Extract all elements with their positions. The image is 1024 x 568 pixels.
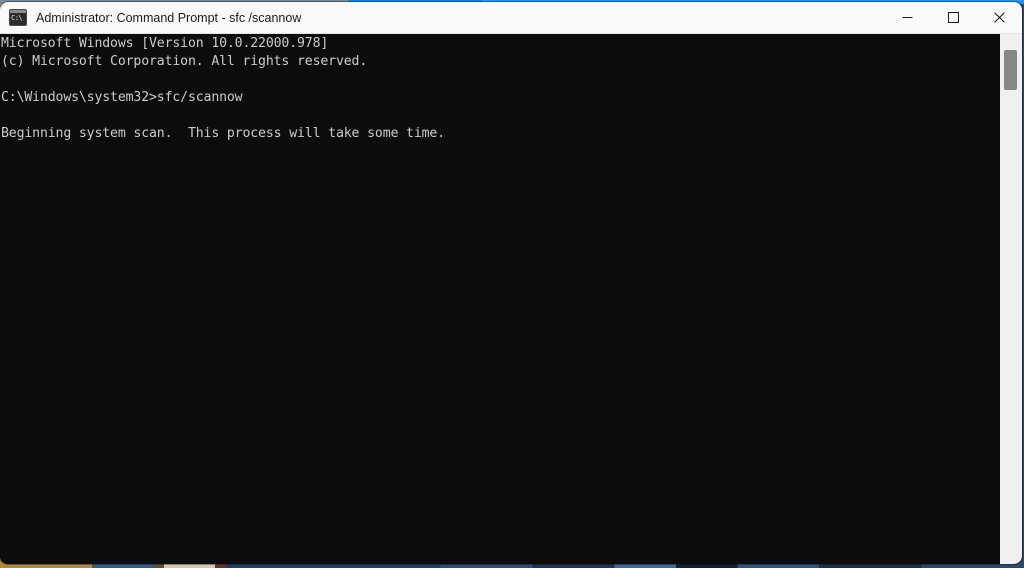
titlebar-left-group: C:\ Administrator: Command Prompt - sfc … bbox=[0, 2, 884, 33]
console-area: Microsoft Windows [Version 10.0.22000.97… bbox=[0, 34, 1022, 564]
console-output[interactable]: Microsoft Windows [Version 10.0.22000.97… bbox=[0, 34, 1000, 564]
maximize-button[interactable] bbox=[930, 2, 976, 33]
scrollbar-thumb[interactable] bbox=[1004, 50, 1017, 90]
command-prompt-icon: C:\ bbox=[9, 9, 27, 26]
command-prompt-window: C:\ Administrator: Command Prompt - sfc … bbox=[0, 2, 1022, 564]
close-icon bbox=[993, 12, 1005, 23]
minimize-button[interactable] bbox=[884, 2, 930, 33]
window-title: Administrator: Command Prompt - sfc /sca… bbox=[36, 10, 302, 25]
minimize-icon bbox=[902, 17, 912, 18]
maximize-icon bbox=[947, 12, 959, 23]
close-button[interactable] bbox=[976, 2, 1022, 33]
icon-glyph: C:\ bbox=[11, 14, 23, 22]
vertical-scrollbar[interactable] bbox=[1000, 34, 1022, 564]
window-titlebar[interactable]: C:\ Administrator: Command Prompt - sfc … bbox=[0, 2, 1022, 34]
caption-buttons bbox=[884, 2, 1022, 33]
